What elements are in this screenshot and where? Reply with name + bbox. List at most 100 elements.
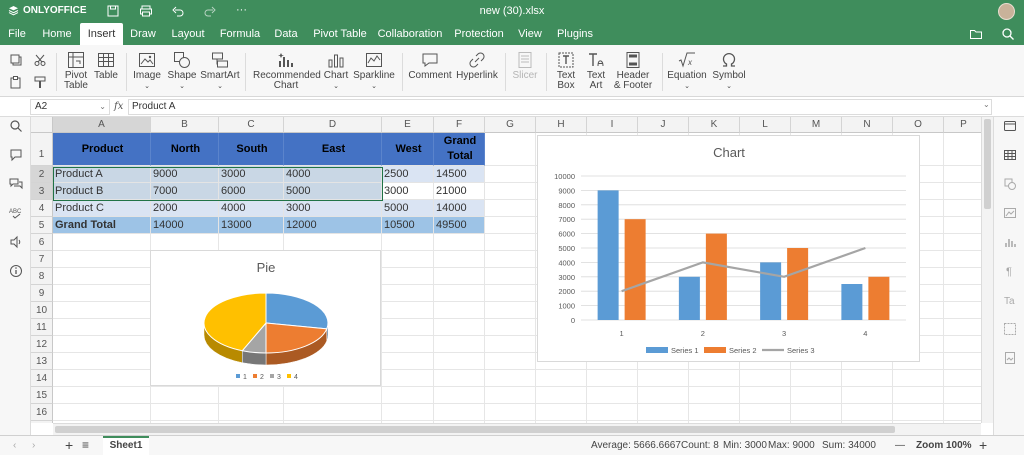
bar-series-2[interactable] — [624, 219, 646, 320]
insert-function-icon[interactable]: fx — [114, 99, 126, 115]
column-header-i[interactable]: I — [587, 117, 638, 133]
signature-settings-icon[interactable] — [1003, 351, 1017, 365]
table-button[interactable]: Table — [92, 51, 120, 81]
expand-formula-icon[interactable]: ⌄ — [983, 100, 990, 109]
combo-chart[interactable]: Chart 0 1000 2000 3000 4000 5000 6000 7000 8000 90… — [537, 135, 920, 362]
row-header-12[interactable]: 12 — [31, 336, 53, 353]
zoom-out-button[interactable]: — — [895, 440, 905, 451]
column-header-d[interactable]: D — [284, 117, 382, 133]
pivot-settings-icon[interactable] — [1003, 322, 1017, 336]
cell-e5[interactable]: 10500 — [382, 217, 434, 234]
symbol-button[interactable]: Symbol ⌄ — [710, 51, 748, 92]
zoom-level[interactable]: Zoom 100% — [916, 440, 972, 451]
row-header-11[interactable]: 11 — [31, 319, 53, 336]
column-header-g[interactable]: G — [485, 117, 536, 133]
row-header-3[interactable]: 3 — [31, 183, 53, 200]
row-header-17[interactable]: 17 — [31, 421, 53, 423]
sheet-list-icon[interactable]: ≡ — [82, 438, 89, 452]
spreadsheet-grid[interactable]: ABCDEFGHIJKLMNOP 1 2 3 4 5 6 7 8 9 10 11 12 13 14 15 16… — [31, 117, 981, 423]
hyperlink-button[interactable]: Hyperlink — [455, 51, 499, 81]
comments-icon[interactable] — [9, 148, 23, 162]
horizontal-scroll-thumb[interactable] — [55, 426, 895, 433]
cell-d1[interactable]: East — [284, 133, 382, 166]
column-header-p[interactable]: P — [944, 117, 981, 133]
recommended-chart-button[interactable]: Recommended Chart — [252, 51, 321, 91]
cell-e1[interactable]: West — [382, 133, 434, 166]
vertical-scroll-thumb[interactable] — [984, 119, 991, 209]
cell-d2[interactable]: 4000 — [284, 166, 382, 183]
row-header-13[interactable]: 13 — [31, 353, 53, 370]
sparkline-button[interactable]: Sparkline ⌄ — [352, 51, 396, 92]
row-header-9[interactable]: 9 — [31, 285, 53, 302]
pie-chart[interactable]: Pie 1 2 3 4 — [150, 250, 381, 386]
slicer-button[interactable]: Slicer — [510, 51, 540, 81]
bar-series-2[interactable] — [868, 276, 890, 320]
cell-d4[interactable]: 3000 — [284, 200, 382, 217]
cell-c2[interactable]: 3000 — [219, 166, 284, 183]
pivot-table-button[interactable]: Pivot Table — [61, 51, 91, 91]
cell-c5[interactable]: 13000 — [219, 217, 284, 234]
column-header-h[interactable]: H — [536, 117, 587, 133]
formula-input[interactable]: Product A — [128, 99, 992, 115]
column-header-c[interactable]: C — [219, 117, 284, 133]
tab-insert[interactable]: Insert — [80, 23, 123, 45]
image-settings-icon[interactable] — [1003, 206, 1017, 220]
scroll-last-sheet-icon[interactable]: › — [32, 440, 35, 451]
cell-e3[interactable]: 3000 — [382, 183, 434, 200]
column-header-n[interactable]: N — [842, 117, 893, 133]
cell-b4[interactable]: 2000 — [151, 200, 219, 217]
cell-f2[interactable]: 14500 — [434, 166, 485, 183]
spellcheck-icon[interactable]: ABC — [9, 206, 23, 220]
tab-draw[interactable]: Draw — [125, 23, 161, 45]
text-box-button[interactable]: Text Box — [552, 51, 580, 91]
column-header-o[interactable]: O — [893, 117, 944, 133]
chat-icon[interactable] — [9, 177, 23, 191]
tab-home[interactable]: Home — [36, 23, 78, 45]
column-header-j[interactable]: J — [638, 117, 689, 133]
bar-series-2[interactable] — [787, 248, 809, 320]
paragraph-settings-icon[interactable]: ¶ — [1003, 264, 1017, 278]
cell-c3[interactable]: 6000 — [219, 183, 284, 200]
paste-icon[interactable] — [9, 75, 23, 89]
cut-icon[interactable] — [33, 53, 47, 67]
column-header-f[interactable]: F — [434, 117, 485, 133]
format-painter-icon[interactable] — [33, 75, 47, 89]
add-sheet-icon[interactable]: + — [65, 437, 73, 453]
image-button[interactable]: Image ⌄ — [131, 51, 163, 92]
comment-button[interactable]: Comment — [408, 51, 452, 81]
row-header-15[interactable]: 15 — [31, 387, 53, 404]
cell-b5[interactable]: 14000 — [151, 217, 219, 234]
bar-series-1[interactable] — [597, 190, 619, 320]
cell-a3[interactable]: Product B — [53, 183, 151, 200]
bar-series-1[interactable] — [841, 284, 863, 320]
search-icon[interactable] — [9, 119, 23, 133]
cell-a4[interactable]: Product C — [53, 200, 151, 217]
tab-plugins[interactable]: Plugins — [553, 23, 597, 45]
cell-e4[interactable]: 5000 — [382, 200, 434, 217]
chart-settings-icon[interactable] — [1003, 235, 1017, 249]
cell-b2[interactable]: 9000 — [151, 166, 219, 183]
tab-pivot-table[interactable]: Pivot Table — [309, 23, 371, 45]
tab-view[interactable]: View — [513, 23, 547, 45]
avatar[interactable] — [998, 3, 1015, 20]
column-header-b[interactable]: B — [151, 117, 219, 133]
row-header-7[interactable]: 7 — [31, 251, 53, 268]
zoom-in-button[interactable]: + — [979, 437, 987, 453]
select-all-corner[interactable] — [31, 117, 53, 133]
row-header-4[interactable]: 4 — [31, 200, 53, 217]
row-header-2[interactable]: 2 — [31, 166, 53, 183]
cell-b3[interactable]: 7000 — [151, 183, 219, 200]
scroll-first-sheet-icon[interactable]: ‹ — [13, 440, 16, 451]
row-header-10[interactable]: 10 — [31, 302, 53, 319]
chevron-down-icon[interactable]: ⌄ — [99, 100, 106, 114]
cell-f3[interactable]: 21000 — [434, 183, 485, 200]
shape-button[interactable]: Shape ⌄ — [166, 51, 198, 92]
equation-button[interactable]: x Equation ⌄ — [667, 51, 707, 92]
bar-series-2[interactable] — [705, 233, 727, 320]
row-header-8[interactable]: 8 — [31, 268, 53, 285]
tab-layout[interactable]: Layout — [166, 23, 210, 45]
name-box[interactable]: A2 ⌄ — [30, 99, 110, 115]
bar-series-1[interactable] — [678, 276, 700, 320]
copy-icon[interactable] — [9, 53, 23, 67]
column-header-k[interactable]: K — [689, 117, 740, 133]
